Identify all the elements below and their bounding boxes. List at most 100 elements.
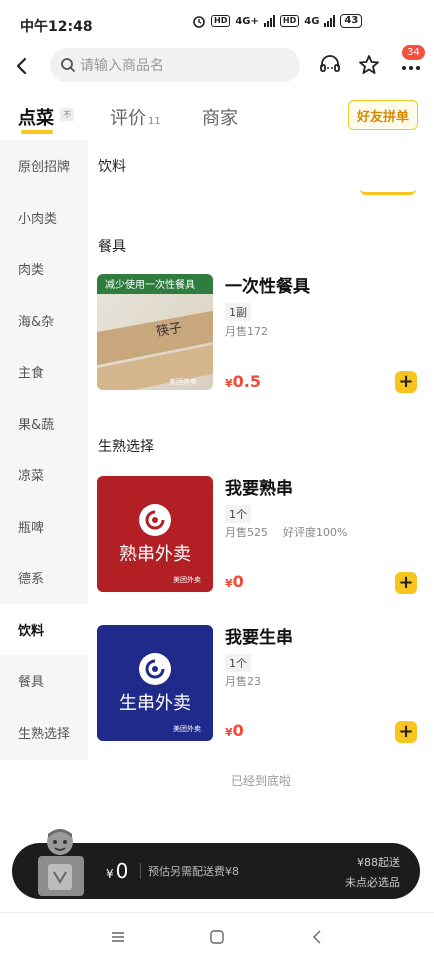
notification-badge: 34 — [402, 45, 425, 60]
back-button[interactable] — [8, 52, 36, 80]
add-to-cart-button[interactable]: + — [395, 371, 417, 393]
category-sidebar: 原创招牌 小肉类 肉类 海&杂 主食 果&蔬 凉菜 瓶啤 德系 饮料 餐具 生熟… — [0, 140, 88, 760]
min-order-block[interactable]: ¥88起送 未点必选品 — [345, 853, 400, 893]
tableware-photo: 减少使用一次性餐具 筷子 美团外卖 — [97, 274, 213, 390]
network-label: 4G+ — [235, 15, 259, 27]
sidebar-item[interactable]: 凉菜 — [0, 449, 88, 501]
price-value: 0 — [232, 721, 244, 740]
currency-symbol: ¥ — [106, 867, 114, 881]
required-item-hint: 未点必选品 — [345, 876, 400, 889]
product-unit: 1副 — [225, 303, 251, 321]
product-name: 我要熟串 — [225, 479, 293, 499]
product-sales: 月售525 — [225, 526, 268, 539]
product-sales: 月售172 — [225, 325, 268, 338]
favorite-button[interactable] — [354, 50, 384, 80]
sidebar-item[interactable]: 德系 — [0, 552, 88, 604]
product-sales: 月售23 — [225, 675, 261, 688]
tab-order[interactable]: 点菜 — [18, 104, 54, 130]
end-of-list-text: 已经到底啦 — [230, 774, 291, 788]
status-icons: HD 4G+ HD 4G 43 — [192, 14, 363, 28]
sidebar-item[interactable]: 瓶啤 — [0, 501, 88, 553]
image-watermark: 美团外卖 — [173, 724, 201, 733]
product-image[interactable]: 生串外卖 美团外卖 — [97, 625, 213, 741]
product-rating: 好评度100% — [283, 526, 348, 539]
status-bar: 中午12:48 HD 4G+ HD 4G 43 — [0, 0, 434, 46]
customer-service-icon — [320, 55, 340, 72]
tab-merchant[interactable]: 商家 — [202, 104, 238, 130]
currency-symbol: ¥ — [225, 726, 233, 739]
system-nav-bar — [0, 912, 434, 966]
tab-reviews-label: 评价 — [110, 108, 146, 129]
section-title-drinks: 饮料 — [98, 159, 126, 175]
sidebar-item[interactable]: 生熟选择 — [0, 707, 88, 759]
network-label-2: 4G — [304, 15, 320, 27]
sidebar-item[interactable]: 餐具 — [0, 655, 88, 707]
min-order-text: ¥88起送 — [357, 856, 400, 869]
back-icon — [16, 57, 27, 75]
product-price: ¥0 — [225, 572, 244, 591]
section-title-tableware: 餐具 — [98, 239, 126, 255]
hd-badge: HD — [211, 15, 231, 27]
mascot-figure — [38, 829, 84, 896]
search-placeholder: 请输入商品名 — [80, 58, 164, 74]
tab-order-flag: 不 — [60, 108, 74, 121]
battery-icon: 43 — [340, 14, 363, 28]
hd-badge-2: HD — [279, 15, 300, 27]
plus-icon: + — [398, 371, 414, 392]
image-title: 熟串外卖 — [119, 544, 191, 565]
tab-underline — [21, 130, 53, 134]
top-nav: 请输入商品名 34 — [0, 45, 434, 86]
sidebar-item[interactable]: 肉类 — [0, 243, 88, 295]
plus-icon: + — [398, 572, 414, 593]
cooked-skewer-logo: 熟串外卖 美团外卖 — [119, 504, 201, 584]
signal-icon-2 — [324, 15, 336, 27]
menu-button[interactable] — [110, 929, 126, 949]
alarm-icon — [193, 16, 205, 28]
sidebar-item[interactable]: 海&杂 — [0, 295, 88, 347]
search-icon — [61, 58, 75, 72]
back-nav-icon — [313, 930, 321, 944]
sidebar-item-active[interactable]: 饮料 — [0, 603, 88, 655]
product-list: 饮料 餐具 减少使用一次性餐具 筷子 美团外卖 一次性餐具 1副 月售172 ¥… — [88, 140, 434, 840]
status-time: 中午12:48 — [20, 19, 93, 35]
currency-symbol: ¥ — [225, 577, 233, 590]
signal-icon — [263, 15, 275, 27]
sidebar-item[interactable]: 主食 — [0, 346, 88, 398]
system-back-button[interactable] — [309, 929, 325, 949]
product-name: 我要生串 — [225, 628, 293, 648]
customer-service-button[interactable] — [315, 50, 345, 80]
group-order-button[interactable]: 好友拼单 — [348, 100, 418, 130]
cart-total: ¥0 — [106, 859, 128, 883]
menu-icon — [112, 932, 124, 942]
currency-symbol: ¥ — [225, 377, 233, 390]
product-unit: 1个 — [225, 654, 251, 672]
tab-reviews-count: 11 — [148, 116, 161, 127]
image-watermark: 美团外卖 — [169, 377, 197, 386]
cart-divider — [140, 863, 141, 879]
product-price: ¥0 — [225, 721, 244, 740]
delivery-fee-note: 预估另需配送费¥8 — [148, 865, 239, 878]
sidebar-item[interactable]: 原创招牌 — [0, 140, 88, 192]
product-image[interactable]: 减少使用一次性餐具 筷子 美团外卖 — [97, 274, 213, 390]
product-name: 一次性餐具 — [225, 277, 310, 297]
cart-total-value: 0 — [115, 859, 129, 883]
section-title-raw-cooked: 生熟选择 — [98, 439, 154, 455]
price-value: 0.5 — [232, 372, 261, 391]
tab-reviews[interactable]: 评价 11 — [110, 104, 161, 130]
home-button[interactable] — [209, 929, 225, 949]
plus-icon: + — [398, 721, 414, 742]
home-icon — [210, 930, 224, 944]
add-to-cart-button[interactable]: + — [395, 721, 417, 743]
product-price: ¥0.5 — [225, 372, 261, 391]
image-banner-text: 减少使用一次性餐具 — [105, 278, 195, 291]
search-input[interactable]: 请输入商品名 — [50, 48, 300, 82]
scrolled-item-edge — [360, 186, 416, 195]
add-to-cart-button[interactable]: + — [395, 572, 417, 594]
sidebar-item[interactable]: 果&蔬 — [0, 398, 88, 450]
sidebar-item[interactable]: 小肉类 — [0, 192, 88, 244]
product-image[interactable]: 熟串外卖 美团外卖 — [97, 476, 213, 592]
star-icon — [359, 55, 379, 74]
tab-bar: 点菜 不 评价 11 商家 好友拼单 — [0, 92, 434, 138]
cart-mascot-icon[interactable] — [34, 826, 90, 898]
price-value: 0 — [232, 572, 244, 591]
